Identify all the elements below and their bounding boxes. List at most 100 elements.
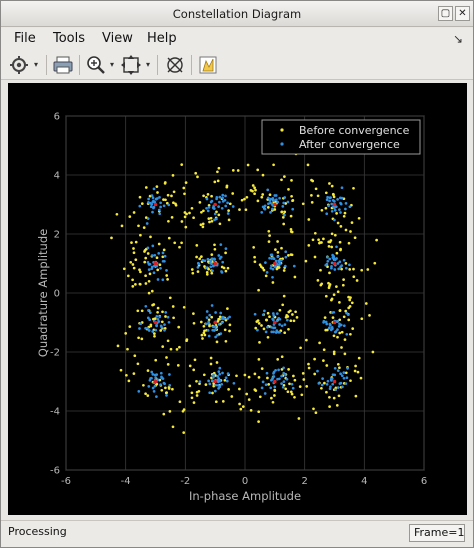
reference-constellation-point — [213, 261, 217, 266]
dock-arrow-icon[interactable]: ↘ — [453, 32, 463, 46]
after-convergence-point — [344, 202, 348, 205]
constellation-plot[interactable]: -6 -4 -2 0 2 4 6-6-4-20246 In-phase Amplitude … — [8, 83, 467, 515]
before-convergence-point — [324, 206, 328, 210]
after-convergence-point — [218, 366, 222, 370]
marker-icon[interactable] — [197, 54, 219, 76]
zoom-in-icon[interactable] — [85, 54, 107, 76]
before-convergence-point — [293, 395, 296, 399]
gear-icon[interactable] — [8, 54, 30, 76]
before-convergence-point — [337, 394, 341, 398]
maximize-button[interactable]: ▢ — [438, 6, 453, 21]
before-convergence-point — [349, 379, 352, 383]
after-convergence-point — [147, 329, 151, 332]
before-convergence-point — [224, 251, 227, 255]
before-convergence-point — [348, 305, 352, 308]
after-convergence-point — [157, 208, 161, 212]
before-convergence-point — [347, 241, 351, 245]
before-convergence-point — [257, 322, 261, 325]
after-convergence-point — [342, 258, 346, 262]
x-tick-label: -6 — [61, 476, 71, 487]
before-convergence-point — [301, 372, 305, 375]
before-convergence-point — [244, 208, 248, 212]
before-convergence-point — [289, 309, 292, 313]
after-convergence-point — [280, 324, 284, 328]
after-convergence-point — [348, 263, 351, 267]
zoom-dropdown-icon[interactable]: ▾ — [110, 61, 117, 69]
after-convergence-point — [274, 198, 278, 202]
before-convergence-point — [340, 330, 344, 334]
before-convergence-point — [262, 327, 266, 331]
after-convergence-point — [260, 386, 264, 390]
y-tick-label: -4 — [50, 407, 60, 418]
menu-file[interactable]: File — [14, 31, 36, 46]
fit-to-view-icon[interactable] — [120, 54, 142, 76]
after-convergence-point — [138, 204, 142, 208]
before-convergence-point — [322, 359, 325, 362]
before-convergence-point — [134, 240, 138, 244]
after-convergence-point — [269, 211, 272, 214]
after-convergence-point — [218, 257, 222, 260]
before-convergence-point — [227, 388, 230, 391]
after-convergence-point — [329, 196, 332, 199]
before-convergence-point — [267, 383, 271, 386]
plot-canvas[interactable]: -6 -4 -2 0 2 4 6 -6 -4 -2 0 2 4 6 In-phase Amplitude … — [8, 83, 467, 515]
reference-constellation-point — [273, 320, 277, 325]
before-convergence-point — [213, 180, 217, 184]
title-bar[interactable]: Constellation Diagram ▢ ✕ — [1, 1, 473, 27]
menu-help[interactable]: Help — [147, 31, 177, 46]
before-convergence-point — [209, 356, 213, 360]
before-convergence-point — [282, 222, 286, 226]
before-convergence-point — [164, 386, 167, 390]
before-convergence-point — [163, 181, 167, 184]
after-convergence-point — [158, 212, 162, 216]
before-convergence-point — [144, 186, 148, 189]
before-convergence-point — [198, 257, 202, 261]
after-convergence-point — [271, 207, 274, 211]
close-button[interactable]: ✕ — [455, 6, 470, 21]
menu-view[interactable]: View — [102, 31, 133, 46]
after-convergence-point — [150, 376, 153, 380]
before-convergence-point — [204, 383, 208, 386]
after-convergence-point — [320, 383, 324, 387]
after-convergence-point — [145, 222, 149, 225]
before-convergence-point — [132, 211, 136, 214]
before-convergence-point — [289, 319, 293, 323]
before-convergence-point — [170, 216, 174, 219]
after-convergence-point — [220, 321, 224, 325]
before-convergence-point — [138, 282, 142, 286]
before-convergence-point — [306, 163, 310, 167]
before-convergence-point — [216, 179, 220, 183]
before-convergence-point — [144, 392, 147, 396]
settings-dropdown-icon[interactable]: ▾ — [34, 61, 41, 69]
before-convergence-point — [289, 230, 293, 233]
fit-dropdown-icon[interactable]: ▾ — [146, 61, 153, 69]
before-convergence-point — [147, 279, 151, 283]
x-tick-label: 4 — [361, 476, 367, 487]
print-icon[interactable] — [52, 54, 74, 76]
before-convergence-point — [213, 243, 216, 247]
before-convergence-point — [175, 348, 179, 351]
before-convergence-point — [149, 324, 153, 328]
after-convergence-point — [272, 375, 276, 378]
after-convergence-point — [155, 373, 159, 376]
before-convergence-point — [341, 283, 345, 287]
after-convergence-point — [147, 309, 150, 312]
before-convergence-point — [270, 396, 273, 400]
before-convergence-point — [304, 259, 308, 263]
before-convergence-point — [249, 189, 253, 192]
before-convergence-point — [210, 315, 214, 319]
after-convergence-point — [278, 377, 281, 381]
after-convergence-point — [212, 376, 215, 379]
reference-constellation-point — [273, 379, 277, 384]
before-convergence-point — [140, 202, 144, 205]
before-convergence-point — [293, 275, 297, 279]
after-convergence-point — [272, 198, 275, 202]
menu-tools[interactable]: Tools — [53, 31, 85, 46]
after-convergence-point — [159, 383, 162, 386]
before-convergence-point — [276, 358, 280, 361]
center-icon[interactable] — [164, 54, 186, 76]
after-convergence-point — [225, 379, 229, 383]
before-convergence-point — [162, 412, 166, 416]
before-convergence-point — [336, 335, 339, 339]
after-convergence-point — [269, 386, 273, 390]
